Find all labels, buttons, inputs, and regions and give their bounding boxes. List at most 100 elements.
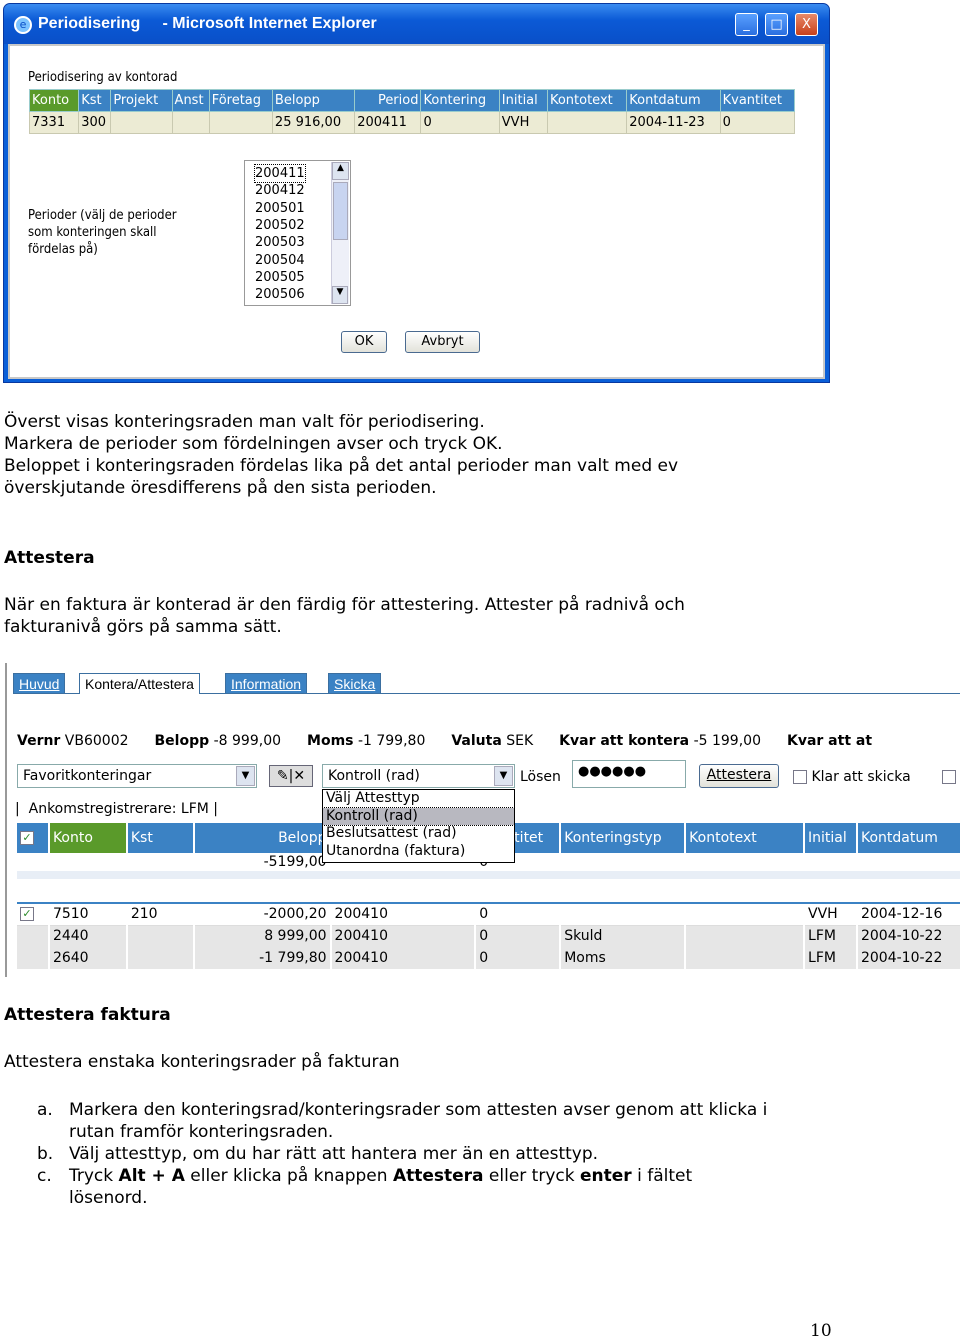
table-cell: -1 799,80	[193, 947, 332, 969]
table-cell	[126, 947, 195, 969]
table-cell[interactable]	[17, 925, 50, 947]
table-cell	[208, 111, 273, 134]
period-option[interactable]: 200506	[255, 286, 305, 303]
table-cell	[110, 111, 173, 134]
close-button[interactable]: X	[795, 13, 818, 36]
table-cell: 7331	[28, 111, 80, 134]
steps-list: a. Markera den konteringsrad/konteringsra…	[37, 1099, 937, 1209]
scroll-up-icon[interactable]: ▲	[332, 162, 349, 180]
dropdown-option[interactable]: Beslutsattest (rad)	[323, 825, 514, 843]
column-header: Initial	[804, 823, 858, 853]
table-cell: 8 999,00	[193, 925, 332, 947]
table-cell: 200410	[330, 925, 477, 947]
column-header: Konteringstyp	[560, 823, 687, 853]
table-cell: 2440	[48, 925, 128, 947]
table-row[interactable]: ✓ 7510 210 -2000,20 200410 0 VVH 2004-12-16	[17, 903, 960, 926]
ready-to-send[interactable]: Klar att skicka	[793, 769, 911, 785]
column-header: Konto	[48, 823, 128, 853]
table-cell	[126, 853, 195, 876]
window-app: - Microsoft Internet Explorer	[162, 15, 377, 32]
attest-type-select[interactable]: Kontroll (rad) ▼	[322, 764, 515, 788]
table-cell: 210	[126, 903, 195, 926]
period-option[interactable]: 200503	[255, 234, 305, 251]
table-cell: 0	[475, 925, 562, 947]
dropdown-option[interactable]: Utanordna (faktura)	[323, 843, 514, 861]
dropdown-option[interactable]: Välj Attesttyp	[323, 790, 514, 808]
period-option[interactable]: 200504	[255, 252, 305, 269]
edit-delete-buttons[interactable]: ✎|✕	[269, 765, 313, 787]
column-header: Kst	[126, 823, 195, 853]
row-checkbox[interactable]: ✓	[20, 907, 34, 922]
column-header[interactable]: Kontotext	[546, 89, 628, 112]
tab-huvud[interactable]: Huvud	[13, 673, 66, 694]
period-option[interactable]: 200411	[254, 164, 306, 183]
table-cell	[546, 111, 628, 134]
scroll-down-icon[interactable]: ▼	[332, 286, 348, 304]
attestera-faktura-intro: Attestera enstaka konteringsrader på fak…	[4, 1052, 400, 1072]
scroll-thumb[interactable]	[333, 182, 348, 240]
favorites-select[interactable]: Favoritkonteringar ▼	[17, 764, 257, 788]
label-line: Perioder (välj de perioder	[28, 208, 177, 223]
column-header[interactable]: Konto	[28, 89, 80, 112]
column-header[interactable]: Kontdatum	[626, 89, 721, 112]
chevron-down-icon: ▼	[236, 766, 255, 786]
table-cell: VVH	[804, 903, 858, 926]
column-header[interactable]: Projekt	[110, 89, 173, 112]
table-cell[interactable]	[17, 947, 50, 969]
tab-information[interactable]: Information	[225, 673, 308, 694]
column-header[interactable]: ✓	[17, 823, 50, 853]
cancel-button[interactable]: Avbryt	[405, 331, 480, 353]
column-header[interactable]: Belopp	[271, 89, 356, 112]
table-row[interactable]: 2640 -1 799,80 200410 0 Moms LFM 2004-10-22	[17, 947, 960, 969]
attest-type-dropdown[interactable]: Välj Attesttyp Kontroll (rad) Beslutsattes…	[322, 789, 515, 863]
tab-skicka[interactable]: Skicka	[328, 673, 382, 694]
text-line: Beloppet i konteringsraden fördelas lika…	[4, 456, 679, 476]
column-header: Kontdatum	[856, 823, 960, 853]
column-header[interactable]: Anst	[171, 89, 210, 112]
delete-icon[interactable]: ✕	[293, 768, 305, 784]
table-cell: 2004-10-22	[856, 925, 960, 947]
period-option[interactable]: 200412	[255, 182, 305, 199]
ready-checkbox[interactable]	[793, 770, 807, 784]
column-header: Belopp	[193, 823, 332, 853]
column-header[interactable]: Kvantitet	[719, 89, 796, 112]
periods-label: Perioder (välj de perioder som konteringe…	[28, 207, 177, 258]
table-cell[interactable]	[17, 853, 50, 876]
info-field: Moms -1 799,80	[307, 733, 426, 749]
table-cell: -2000,20	[193, 903, 332, 926]
tab-kontera-attestera[interactable]: Kontera/Attestera	[79, 673, 200, 694]
period-option[interactable]: 200501	[255, 200, 305, 217]
table-cell: 2004-11-23	[626, 111, 721, 134]
password-input[interactable]: ●●●●●●	[572, 760, 686, 788]
column-header[interactable]: Period	[354, 89, 422, 112]
column-header[interactable]: Företag	[208, 89, 273, 112]
table-row[interactable]: 2440 8 999,00 200410 0 Skuld LFM 2004-10-22	[17, 925, 960, 947]
extra-checkbox[interactable]	[942, 770, 956, 784]
attestera-button[interactable]: Attestera	[699, 764, 779, 788]
info-field: Kvar att at	[786, 733, 873, 749]
table-cell: LFM	[804, 925, 858, 947]
dropdown-option[interactable]: Kontroll (rad)	[322, 806, 515, 826]
label-line: som konteringen skall	[28, 225, 157, 240]
column-header[interactable]: Kst	[78, 89, 112, 112]
table-cell: 2004-10-22	[856, 947, 960, 969]
text-line: Överst visas konteringsraden man valt fö…	[4, 412, 485, 432]
maximize-button[interactable]: □	[765, 13, 788, 36]
minimize-button[interactable]: _	[735, 13, 758, 36]
period-option[interactable]: 200502	[255, 217, 305, 234]
ie-icon: e	[14, 16, 32, 34]
column-header[interactable]: Initial	[498, 89, 548, 112]
periods-listbox[interactable]: ▲ ▼ 200411 200412 200501 200502 200503 200504…	[244, 160, 351, 306]
table-cell	[856, 853, 960, 876]
pencil-icon[interactable]: ✎	[277, 768, 289, 784]
row-checkbox[interactable]: ✓	[20, 831, 34, 845]
table-cell: LFM	[804, 947, 858, 969]
table-cell[interactable]: ✓	[17, 903, 50, 926]
window-title: Periodisering	[38, 15, 141, 32]
ok-button[interactable]: OK	[341, 331, 387, 353]
period-option[interactable]: 200505	[255, 269, 305, 286]
column-header[interactable]: Kontering	[420, 89, 500, 112]
info-field: Belopp -8 999,00	[154, 733, 282, 749]
listbox-scrollbar[interactable]: ▲ ▼	[331, 162, 349, 304]
table-cell	[171, 111, 210, 134]
